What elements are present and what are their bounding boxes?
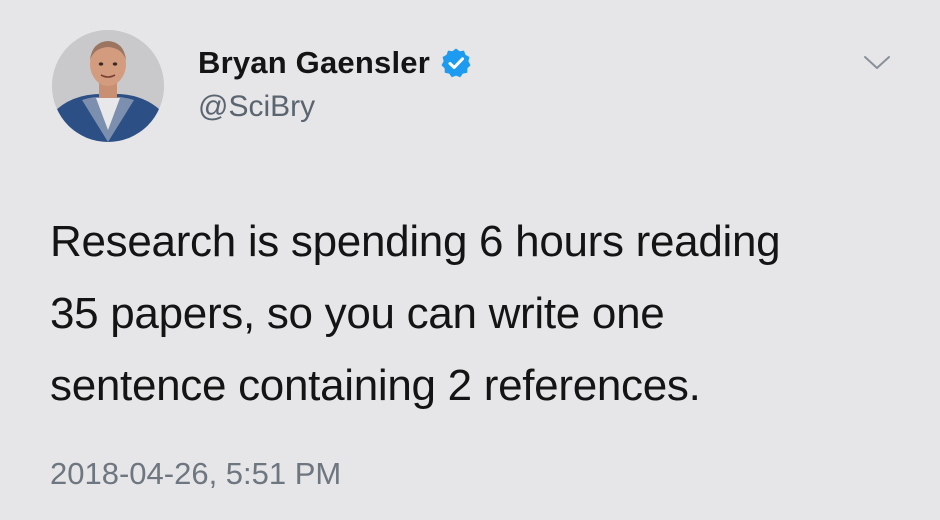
chevron-down-icon[interactable] — [862, 52, 892, 74]
tweet-card: Bryan Gaensler @SciBry Research is spend… — [0, 0, 940, 520]
author-name-row: Bryan Gaensler — [198, 40, 472, 86]
avatar[interactable] — [52, 30, 164, 142]
tweet-body: Research is spending 6 hours reading 35 … — [50, 206, 910, 422]
author-display-name[interactable]: Bryan Gaensler — [198, 45, 430, 81]
tweet-body-line: Research is spending 6 hours reading — [50, 217, 781, 266]
tweet-body-line: sentence containing 2 references. — [50, 361, 701, 410]
tweet-body-line: 35 papers, so you can write one — [50, 289, 665, 338]
avatar-image — [52, 30, 164, 142]
tweet-timestamp[interactable]: 2018-04-26, 5:51 PM — [50, 456, 341, 492]
verified-badge-icon — [440, 47, 472, 79]
author-handle[interactable]: @SciBry — [198, 90, 315, 124]
